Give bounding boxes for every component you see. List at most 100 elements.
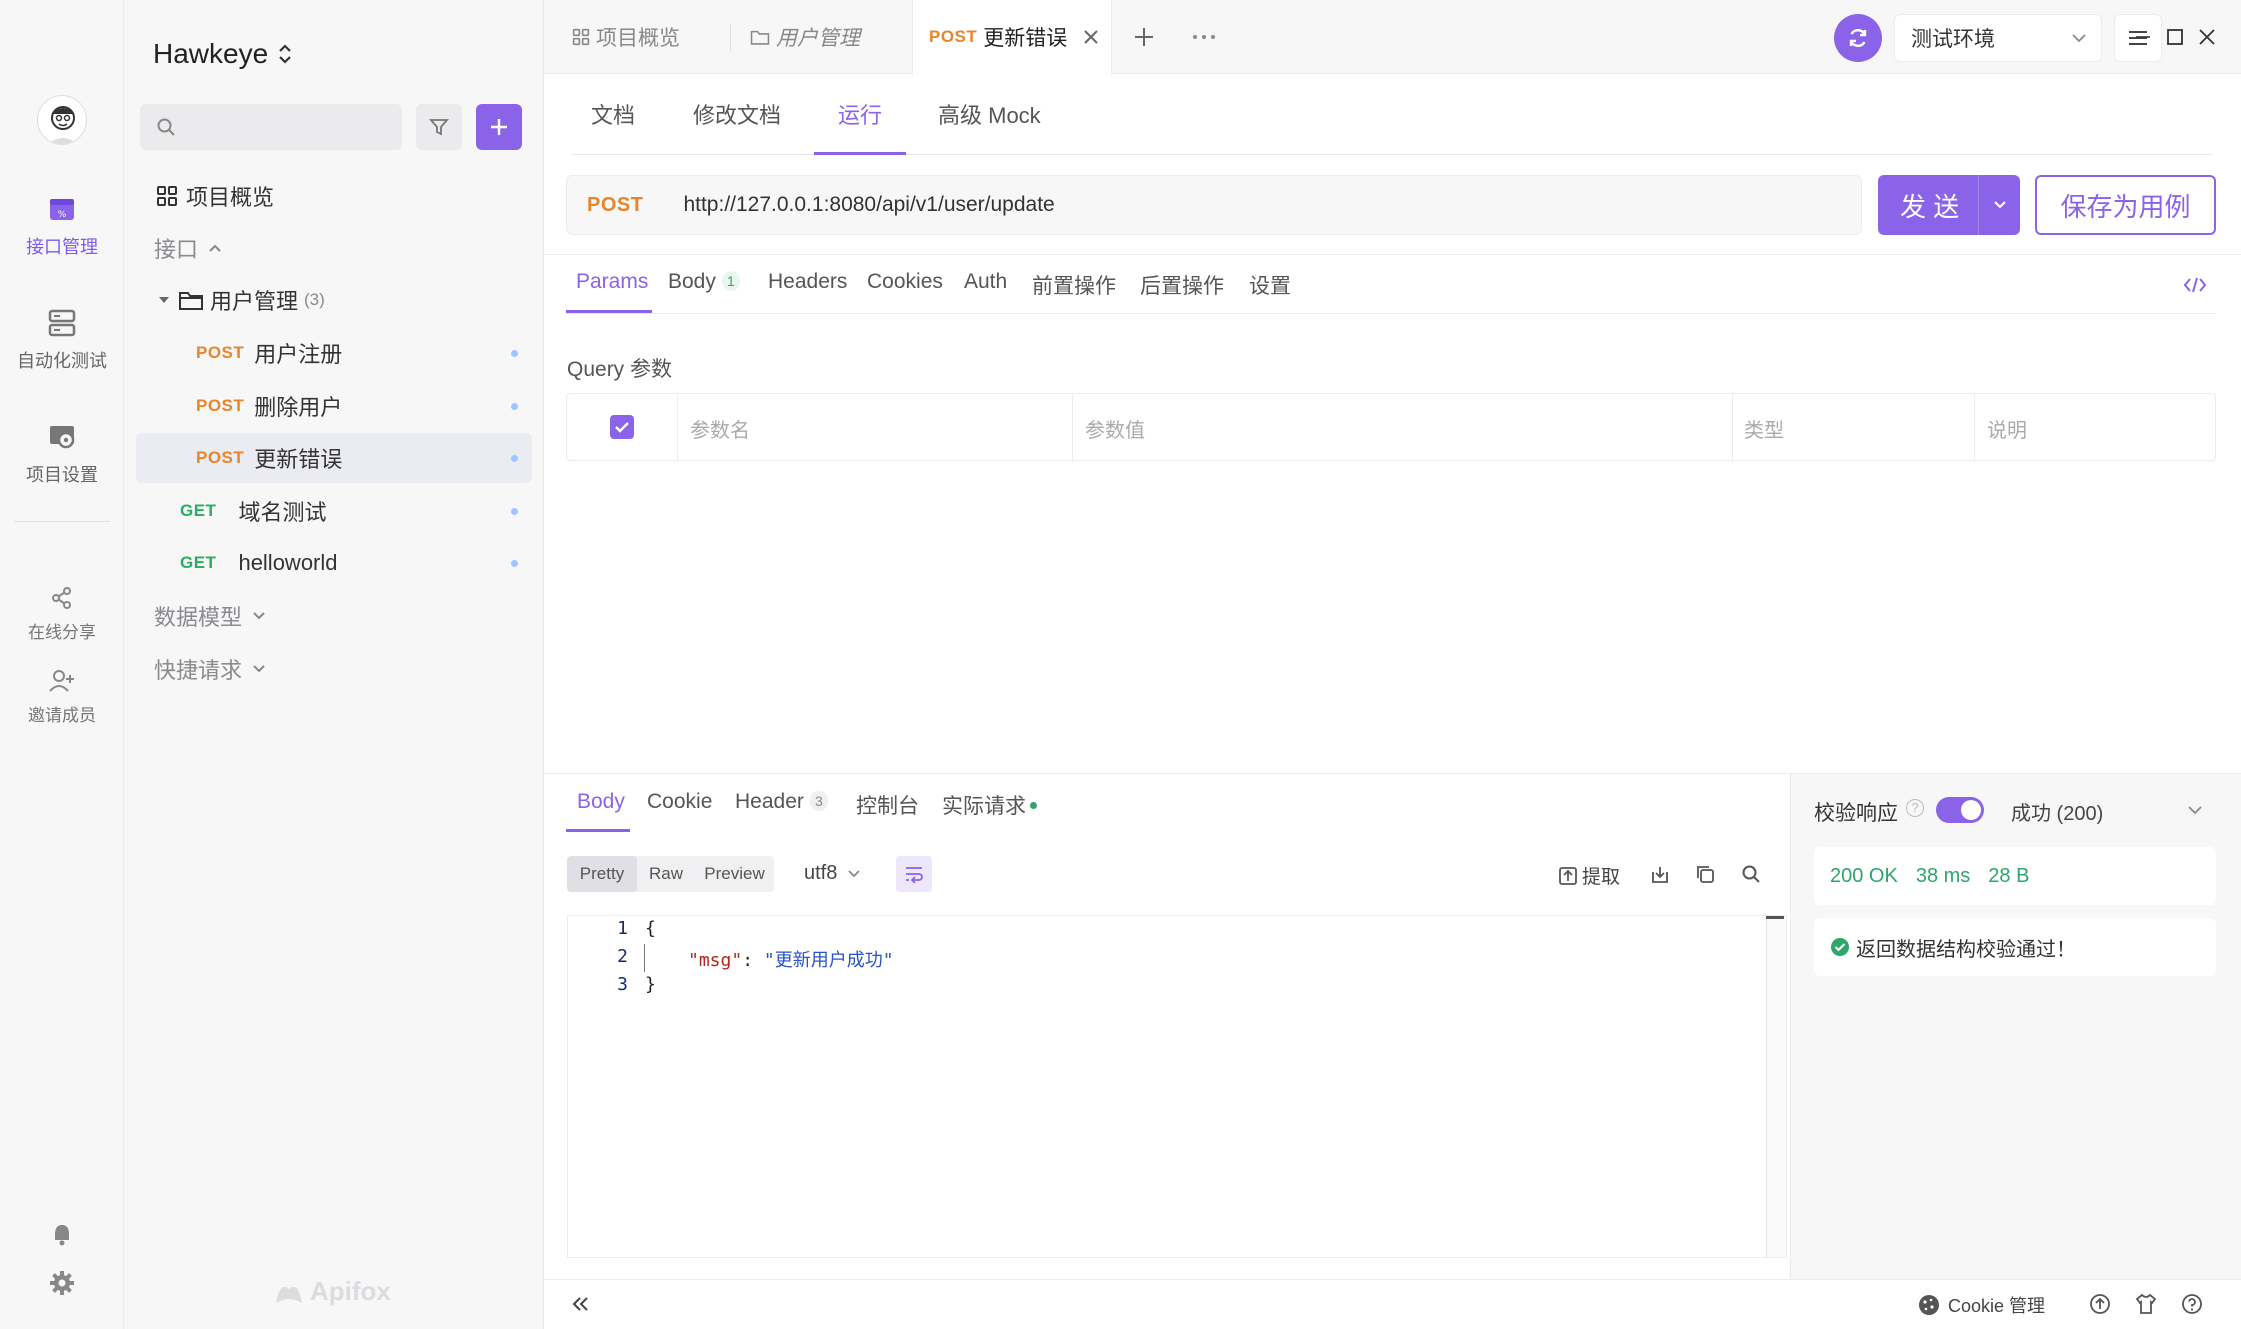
tab-resp-header[interactable]: Header 3 <box>735 790 828 814</box>
endpoint-name: 域名测试 <box>238 500 327 525</box>
endpoint-name: 删除用户 <box>254 395 343 420</box>
rail-divider <box>14 521 110 522</box>
project-switcher[interactable]: Hawkeye <box>153 38 292 70</box>
bell-icon[interactable] <box>47 1220 77 1250</box>
folder-user-management[interactable]: 用户管理 (3) <box>136 275 532 325</box>
send-label: 发 送 <box>1900 191 1960 222</box>
more-tabs-button[interactable] <box>1189 22 1219 52</box>
filter-icon <box>429 117 449 137</box>
status-dot <box>511 560 518 567</box>
env-value: 测试环境 <box>1911 28 1995 51</box>
url-bar[interactable]: POST http://127.0.0.1:8080/api/v1/user/u… <box>566 175 1862 235</box>
chevron-updown-icon <box>278 43 292 65</box>
select-all-checkbox[interactable] <box>610 415 634 439</box>
close-icon[interactable] <box>1083 29 1099 45</box>
url-input[interactable]: http://127.0.0.1:8080/api/v1/user/update <box>683 193 1054 217</box>
search-input[interactable] <box>184 116 384 138</box>
rail-item-automation[interactable]: 自动化测试 <box>0 307 124 373</box>
view-pretty[interactable]: Pretty <box>567 856 637 892</box>
download-button[interactable] <box>1648 862 1672 886</box>
tab-user-management[interactable]: 用户管理 <box>750 0 860 74</box>
section-data-model[interactable]: 数据模型 <box>136 591 532 641</box>
collapse-sidebar-button[interactable] <box>566 1290 594 1318</box>
count-badge: 3 <box>809 791 828 811</box>
search-box[interactable] <box>140 104 402 150</box>
tab-headers[interactable]: Headers <box>768 270 847 294</box>
check-circle-icon <box>1830 937 1850 957</box>
env-select[interactable]: 测试环境 <box>1894 14 2102 62</box>
list-item[interactable]: GET helloworld <box>136 538 532 588</box>
copy-button[interactable] <box>1693 862 1717 886</box>
encoding-select[interactable]: utf8 <box>804 862 861 885</box>
send-button[interactable]: 发 送 <box>1878 175 2020 235</box>
extract-icon <box>1558 866 1578 886</box>
plus-icon <box>488 116 510 138</box>
tab-update-error[interactable]: POST 更新错误 <box>929 0 1099 74</box>
col-divider <box>677 394 678 460</box>
list-item[interactable]: POST 删除用户 <box>136 381 532 431</box>
filter-button[interactable] <box>416 104 462 150</box>
list-item[interactable]: GET 域名测试 <box>136 486 532 536</box>
grid-icon <box>572 28 590 46</box>
tab-cookies[interactable]: Cookies <box>867 270 943 294</box>
tab-auth[interactable]: Auth <box>964 270 1007 294</box>
tab-pre-script[interactable]: 前置操作 <box>1032 270 1116 300</box>
code-editor[interactable]: 1 { 2 "msg": "更新用户成功" 3 } <box>567 915 1787 1258</box>
section-quick-request[interactable]: 快捷请求 <box>136 644 532 694</box>
code-gen-button[interactable] <box>2180 272 2210 298</box>
editor-scrollbar[interactable] <box>1766 916 1786 1257</box>
code-icon <box>2183 276 2207 294</box>
help-button[interactable] <box>2180 1292 2204 1316</box>
chevron-down-icon[interactable] <box>1993 200 2007 210</box>
editor-scrollbar-thumb[interactable] <box>1766 916 1784 938</box>
tab-resp-actual[interactable]: 实际请求 <box>942 790 1037 820</box>
method-badge: POST <box>196 343 245 362</box>
rail-item-api[interactable]: % 接口管理 <box>0 193 124 259</box>
minimize-window-button[interactable] <box>2130 24 2156 50</box>
rail-item-share[interactable]: 在线分享 <box>0 582 124 643</box>
wrap-toggle-button[interactable] <box>896 856 932 892</box>
extract-button[interactable]: 提取 <box>1558 862 1620 889</box>
status-select[interactable]: 成功 (200) <box>2011 797 2211 826</box>
tab-resp-body[interactable]: Body <box>577 790 625 814</box>
response-size: 28 B <box>1988 864 2030 887</box>
method-select[interactable]: POST <box>587 194 643 217</box>
help-icon[interactable]: ? <box>1906 799 1924 817</box>
rail-item-invite[interactable]: 邀请成员 <box>0 665 124 726</box>
tab-project-overview[interactable]: 项目概览 <box>572 0 680 74</box>
tab-edit-doc[interactable]: 修改文档 <box>693 98 781 130</box>
cookie-manager-button[interactable]: Cookie 管理 <box>1918 1292 2045 1318</box>
tab-advanced-mock[interactable]: 高级 Mock <box>938 98 1041 130</box>
tab-settings[interactable]: 设置 <box>1249 270 1291 300</box>
tab-params[interactable]: Params <box>576 270 648 294</box>
view-raw[interactable]: Raw <box>637 856 695 892</box>
upload-button[interactable] <box>2088 1292 2112 1316</box>
list-item[interactable]: POST 用户注册 <box>136 328 532 378</box>
method-badge: POST <box>196 448 245 467</box>
validate-toggle[interactable] <box>1936 797 1984 823</box>
sidebar-item-overview[interactable]: 项目概览 <box>136 171 532 221</box>
tab-resp-cookie[interactable]: Cookie <box>647 790 712 814</box>
search-response-button[interactable] <box>1739 862 1763 886</box>
tab-label: 设置 <box>1249 275 1291 298</box>
avatar[interactable] <box>37 95 87 145</box>
rail-item-project-settings[interactable]: 项目设置 <box>0 421 124 487</box>
add-button[interactable] <box>476 104 522 150</box>
view-preview[interactable]: Preview <box>695 856 774 892</box>
tab-doc[interactable]: 文档 <box>591 98 635 130</box>
tab-run[interactable]: 运行 <box>838 98 882 130</box>
save-as-case-button[interactable]: 保存为用例 <box>2035 175 2216 235</box>
chevron-down-icon <box>252 664 266 674</box>
tab-body[interactable]: Body 1 <box>668 270 740 294</box>
tab-label: Headers <box>768 270 848 293</box>
list-item-selected[interactable]: POST 更新错误 <box>136 433 532 483</box>
section-api[interactable]: 接口 <box>136 223 532 273</box>
tab-post-script[interactable]: 后置操作 <box>1140 270 1224 300</box>
sync-button[interactable] <box>1834 14 1882 62</box>
close-window-button[interactable] <box>2194 24 2220 50</box>
maximize-window-button[interactable] <box>2162 24 2188 50</box>
new-tab-button[interactable] <box>1129 22 1159 52</box>
theme-button[interactable] <box>2134 1292 2158 1316</box>
tab-resp-console[interactable]: 控制台 <box>856 790 919 820</box>
gear-icon[interactable] <box>47 1268 77 1298</box>
